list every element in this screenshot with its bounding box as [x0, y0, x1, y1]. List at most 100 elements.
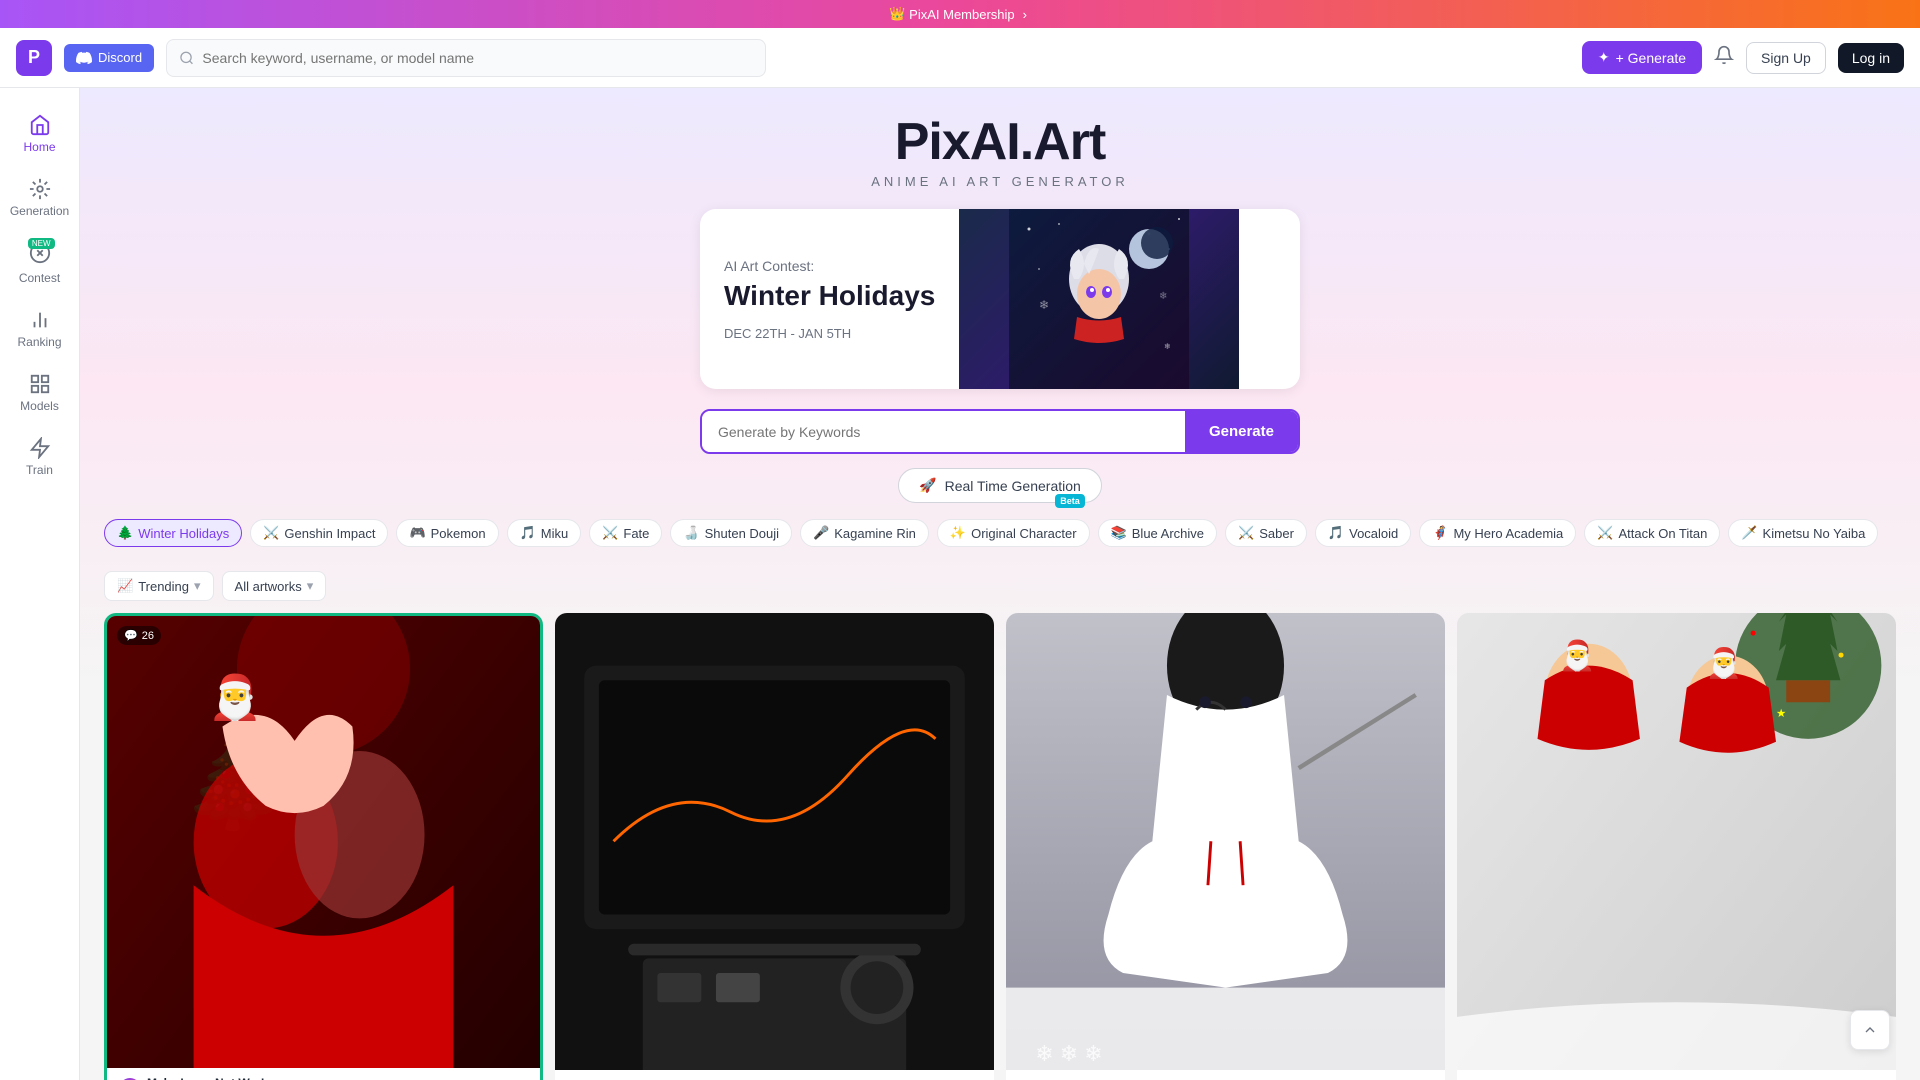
- tag-emoji-saber: ⚔️: [1238, 525, 1254, 541]
- contest-icon-wrap: NEW: [29, 242, 51, 267]
- gallery-image-4: ★●●🎅🎅: [1457, 613, 1896, 1070]
- tags-row: 🌲Winter Holidays⚔️Genshin Impact🎮Pokemon…: [80, 503, 1920, 563]
- tag-label-vocaloid: Vocaloid: [1349, 526, 1398, 541]
- tag-label-my-hero-academia: My Hero Academia: [1453, 526, 1563, 541]
- sign-up-button[interactable]: Sign Up: [1746, 42, 1826, 74]
- trending-label: Trending: [138, 579, 189, 594]
- gallery-item-2[interactable]: Unpublished "All is Mind" 5.4 n00bArtist…: [555, 613, 994, 1080]
- sidebar: Home Generation NEW Contest Ranking Mode…: [0, 88, 80, 1080]
- svg-text:🎅: 🎅: [1559, 639, 1595, 673]
- trending-filter-button[interactable]: 📈 Trending ▾: [104, 571, 214, 601]
- hero-section: PixAI.Art ANIME AI ART GENERATOR AI Art …: [80, 88, 1920, 503]
- all-artworks-label: All artworks: [235, 579, 302, 594]
- tag-emoji-winter-holidays: 🌲: [117, 525, 133, 541]
- tag-item-genshin-impact[interactable]: ⚔️Genshin Impact: [250, 519, 388, 547]
- tag-emoji-my-hero-academia: 🦸: [1432, 525, 1448, 541]
- sidebar-item-generation[interactable]: Generation: [5, 168, 75, 228]
- gallery-info-1: Make Love, Not War! Calibrer 1.20k: [107, 1068, 540, 1080]
- gallery-item-1[interactable]: 💬26 🎄🎅 Make Love, Not War! Calibrer 1.20…: [104, 613, 543, 1080]
- sidebar-item-home[interactable]: Home: [5, 104, 75, 164]
- sidebar-item-models[interactable]: Models: [5, 363, 75, 423]
- gallery-item-3[interactable]: ❄ ❄ ❄ cold snow,warm blood drunker 50: [1006, 613, 1445, 1080]
- tag-emoji-original-character: ✨: [950, 525, 966, 541]
- contest-info: AI Art Contest: Winter Holidays DEC 22TH…: [700, 209, 959, 389]
- scroll-top-button[interactable]: [1850, 1010, 1890, 1050]
- sidebar-item-contest[interactable]: NEW Contest: [5, 232, 75, 295]
- top-banner[interactable]: 👑 PixAI Membership ›: [0, 0, 1920, 28]
- models-icon: [29, 373, 51, 395]
- all-artworks-filter-button[interactable]: All artworks ▾: [222, 571, 327, 601]
- tag-label-shuten-douji: Shuten Douji: [705, 526, 779, 541]
- tag-emoji-blue-archive: 📚: [1111, 525, 1127, 541]
- gallery-image-2: [555, 613, 994, 1070]
- tag-label-fate: Fate: [623, 526, 649, 541]
- main-content: PixAI.Art ANIME AI ART GENERATOR AI Art …: [80, 88, 1920, 1080]
- trending-icon: 📈: [117, 578, 133, 594]
- tag-label-attack-on-titan: Attack On Titan: [1618, 526, 1707, 541]
- tag-item-vocaloid[interactable]: 🎵Vocaloid: [1315, 519, 1411, 547]
- brand-title: PixAI.Art: [895, 112, 1106, 172]
- svg-text:●: ●: [1837, 648, 1844, 661]
- banner-icon: 👑: [889, 6, 905, 22]
- tag-emoji-pokemon: 🎮: [409, 525, 425, 541]
- search-input[interactable]: [202, 50, 753, 66]
- login-button[interactable]: Log in: [1838, 43, 1904, 73]
- header-right: ✦ + Generate Sign Up Log in: [1582, 41, 1904, 74]
- tag-label-genshin-impact: Genshin Impact: [284, 526, 375, 541]
- generate-plus-icon: ✦: [1598, 49, 1610, 66]
- tag-item-shuten-douji[interactable]: 🍶 Shuten Douji: [670, 519, 792, 547]
- tag-emoji-kagamine-rin: 🎤: [813, 525, 829, 541]
- tag-emoji-miku: 🎵: [520, 525, 536, 541]
- tag-item-blue-archive[interactable]: 📚 Blue Archive: [1098, 519, 1217, 547]
- discord-label: Discord: [98, 50, 142, 65]
- tag-item-pokemon[interactable]: 🎮 Pokemon: [396, 519, 498, 547]
- tag-emoji-kimetsu-no-yaiba: 🗡️: [1741, 525, 1757, 541]
- sidebar-home-label: Home: [23, 140, 55, 154]
- tag-emoji-shuten-douji: 🍶: [683, 525, 699, 541]
- contest-banner[interactable]: AI Art Contest: Winter Holidays DEC 22TH…: [700, 209, 1300, 389]
- realtime-label: Real Time Generation: [945, 478, 1081, 494]
- sidebar-item-ranking[interactable]: Ranking: [5, 299, 75, 359]
- svg-text:●: ●: [1750, 626, 1757, 639]
- tag-item-saber[interactable]: ⚔️ Saber: [1225, 519, 1307, 547]
- logo-button[interactable]: P: [16, 40, 52, 76]
- gallery-item-4[interactable]: ★●●🎅🎅 サンタさん、来るかな～？ 怜悠 66: [1457, 613, 1896, 1080]
- banner-arrow: ›: [1023, 7, 1027, 22]
- tag-item-kimetsu-no-yaiba[interactable]: 🗡️Kimetsu No Yaiba: [1728, 519, 1878, 547]
- tag-emoji-fate: ⚔️: [602, 525, 618, 541]
- generate-keywords-input[interactable]: [702, 411, 1185, 452]
- header-generate-button[interactable]: ✦ + Generate: [1582, 41, 1702, 74]
- realtime-generation-button[interactable]: 🚀 Real Time Generation Beta: [898, 468, 1102, 503]
- brand-subtitle: ANIME AI ART GENERATOR: [871, 174, 1129, 189]
- tag-item-miku[interactable]: 🎵 Miku: [507, 519, 582, 547]
- tag-label-miku: Miku: [541, 526, 568, 541]
- search-icon: [179, 50, 194, 66]
- tag-item-my-hero-academia[interactable]: 🦸 My Hero Academia: [1419, 519, 1576, 547]
- svg-text:❄: ❄: [1039, 298, 1049, 312]
- tag-label-blue-archive: Blue Archive: [1132, 526, 1204, 541]
- tag-emoji-attack-on-titan: ⚔️: [1597, 525, 1613, 541]
- notifications-button[interactable]: [1714, 45, 1734, 70]
- tag-item-original-character[interactable]: ✨ Original Character: [937, 519, 1090, 547]
- contest-character-art: ❄ ❄ ❄: [1009, 209, 1189, 389]
- tag-item-kagamine-rin[interactable]: 🎤Kagamine Rin: [800, 519, 929, 547]
- tag-item-attack-on-titan[interactable]: ⚔️ Attack On Titan: [1584, 519, 1720, 547]
- contest-image: ❄ ❄ ❄: [959, 209, 1239, 389]
- search-bar[interactable]: [166, 39, 766, 77]
- tag-label-saber: Saber: [1259, 526, 1294, 541]
- trending-chevron-icon: ▾: [194, 578, 201, 594]
- sidebar-item-train[interactable]: Train: [5, 427, 75, 487]
- tag-label-original-character: Original Character: [971, 526, 1077, 541]
- sidebar-generation-label: Generation: [10, 204, 69, 218]
- artworks-chevron-icon: ▾: [307, 578, 314, 594]
- generate-button[interactable]: Generate: [1185, 411, 1298, 452]
- gallery-info-3: cold snow,warm blood drunker 50: [1006, 1070, 1445, 1080]
- tag-item-fate[interactable]: ⚔️ Fate: [589, 519, 662, 547]
- tag-label-pokemon: Pokemon: [431, 526, 486, 541]
- svg-text:❄: ❄: [1164, 342, 1171, 351]
- svg-text:🎅: 🎅: [208, 672, 262, 722]
- rocket-icon: 🚀: [919, 477, 936, 494]
- tag-item-winter-holidays[interactable]: 🌲Winter Holidays: [104, 519, 242, 547]
- discord-button[interactable]: Discord: [64, 44, 154, 72]
- svg-text:★: ★: [1776, 707, 1786, 720]
